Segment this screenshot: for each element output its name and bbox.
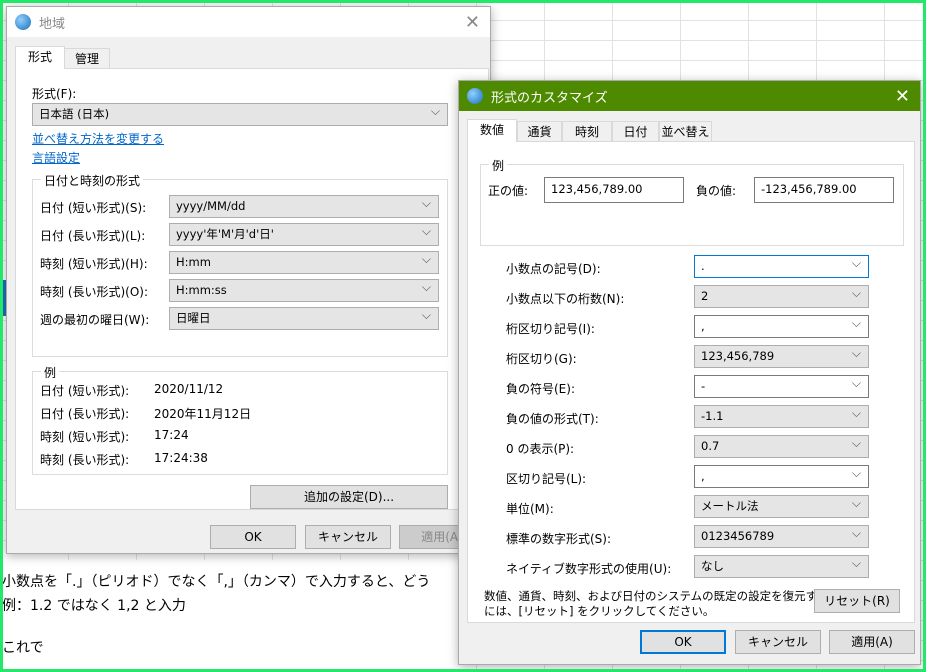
field-label: 0 の表示(P): <box>506 442 575 456</box>
field-label: 小数点の記号(D): <box>506 262 601 276</box>
format-select[interactable]: 日本語 (日本) <box>32 101 448 126</box>
field-select[interactable]: -1.1 <box>694 403 869 428</box>
field-select[interactable]: . <box>694 253 869 278</box>
field-select[interactable]: 0123456789 <box>694 523 869 548</box>
negative-label: 負の値: <box>696 184 737 198</box>
field-select[interactable]: , <box>694 463 869 488</box>
field-label: 負の符号(E): <box>506 382 575 396</box>
ok-button[interactable]: OK <box>640 630 726 654</box>
doc-text: 例：1.2 ではなく 1,2 と入力 <box>2 598 186 614</box>
field-label: 負の値の形式(T): <box>506 412 599 426</box>
field-label: 標準の数字形式(S): <box>506 532 612 546</box>
reset-description: には、[リセット] をクリックしてください。 <box>484 604 715 618</box>
tab-admin[interactable]: 管理 <box>64 48 110 69</box>
doc-text: これで <box>2 640 44 656</box>
positive-label: 正の値: <box>488 184 529 198</box>
tab-1[interactable]: 通貨 <box>517 121 562 142</box>
field-select[interactable]: 2 <box>694 283 869 308</box>
example-label: 日付 (長い形式): <box>40 407 130 421</box>
example-value: 17:24 <box>154 428 189 442</box>
negative-value-field: -123,456,789.00 <box>754 177 894 203</box>
field-label: 桁区切り記号(I): <box>506 322 595 336</box>
field-select[interactable]: - <box>694 373 869 398</box>
field-select[interactable]: 123,456,789 <box>694 343 869 368</box>
cancel-button[interactable]: キャンセル <box>735 630 821 654</box>
globe-clock-icon <box>467 88 483 104</box>
tab-4[interactable]: 並べ替え <box>659 121 712 142</box>
field-select[interactable]: yyyy/MM/dd <box>169 193 439 218</box>
field-label: 小数点以下の桁数(N): <box>506 292 625 306</box>
additional-settings-button[interactable]: 追加の設定(D)... <box>250 485 448 509</box>
field-label: 桁区切り(G): <box>506 352 577 366</box>
format-label: 形式(F): <box>32 87 77 101</box>
example-label: 時刻 (短い形式): <box>40 430 130 444</box>
field-label: 時刻 (長い形式)(O): <box>40 285 149 299</box>
ok-button[interactable]: OK <box>210 525 296 549</box>
region-dialog: 地域✕ 形式 管理 形式(F): 日本語 (日本) 並べ替え方法を変更する 言語… <box>6 6 491 554</box>
tab-format[interactable]: 形式 <box>15 46 65 69</box>
field-label: 時刻 (短い形式)(H): <box>40 257 148 271</box>
title-bar: 地域 ✕ <box>7 7 490 37</box>
field-select[interactable]: メートル法 <box>694 493 869 518</box>
field-select[interactable]: なし <box>694 553 869 578</box>
sort-method-link[interactable]: 並べ替え方法を変更する <box>32 130 164 147</box>
close-icon[interactable]: ✕ <box>895 86 910 107</box>
field-select[interactable]: H:mm <box>169 249 439 274</box>
field-select[interactable]: yyyy'年'M'月'd'日' <box>169 221 439 246</box>
tab-0[interactable]: 数値 <box>467 119 517 142</box>
example-value: 2020年11月12日 <box>154 407 252 421</box>
example-label: 日付 (短い形式): <box>40 384 130 398</box>
field-label: 日付 (長い形式)(L): <box>40 229 146 243</box>
apply-button[interactable]: 適用(A) <box>829 630 915 654</box>
field-select[interactable]: 0.7 <box>694 433 869 458</box>
tab-3[interactable]: 日付 <box>612 121 659 142</box>
field-select[interactable]: , <box>694 313 869 338</box>
example-value: 17:24:38 <box>154 451 208 465</box>
globe-clock-icon <box>15 14 31 30</box>
cancel-button[interactable]: キャンセル <box>305 525 391 549</box>
title-bar: 形式のカスタマイズ ✕ <box>459 81 920 111</box>
doc-text: 小数点を「.」（ピリオド）でなく「,」（カンマ）で入力すると、どう <box>2 574 431 590</box>
field-select[interactable]: 日曜日 <box>169 305 439 330</box>
customize-format-dialog: 形式のカスタマイズ ✕ 数値 通貨 時刻 日付 並べ替え 例 正の値: 123,456,7… <box>458 80 921 665</box>
reset-description: 数値、通貨、時刻、および日付のシステムの既定の設定を復元する <box>484 589 829 603</box>
tab-2[interactable]: 時刻 <box>562 121 612 142</box>
language-settings-link[interactable]: 言語設定 <box>32 149 80 166</box>
field-label: ネイティブ数字形式の使用(U): <box>506 562 672 576</box>
reset-button[interactable]: リセット(R) <box>814 589 900 613</box>
field-label: 週の最初の曜日(W): <box>40 313 150 327</box>
example-label: 時刻 (長い形式): <box>40 453 130 467</box>
close-icon[interactable]: ✕ <box>465 12 480 33</box>
field-label: 日付 (短い形式)(S): <box>40 201 147 215</box>
field-label: 単位(M): <box>506 502 554 516</box>
example-value: 2020/11/12 <box>154 382 224 396</box>
field-label: 区切り記号(L): <box>506 472 587 486</box>
field-select[interactable]: H:mm:ss <box>169 277 439 302</box>
positive-value-field: 123,456,789.00 <box>544 177 684 203</box>
